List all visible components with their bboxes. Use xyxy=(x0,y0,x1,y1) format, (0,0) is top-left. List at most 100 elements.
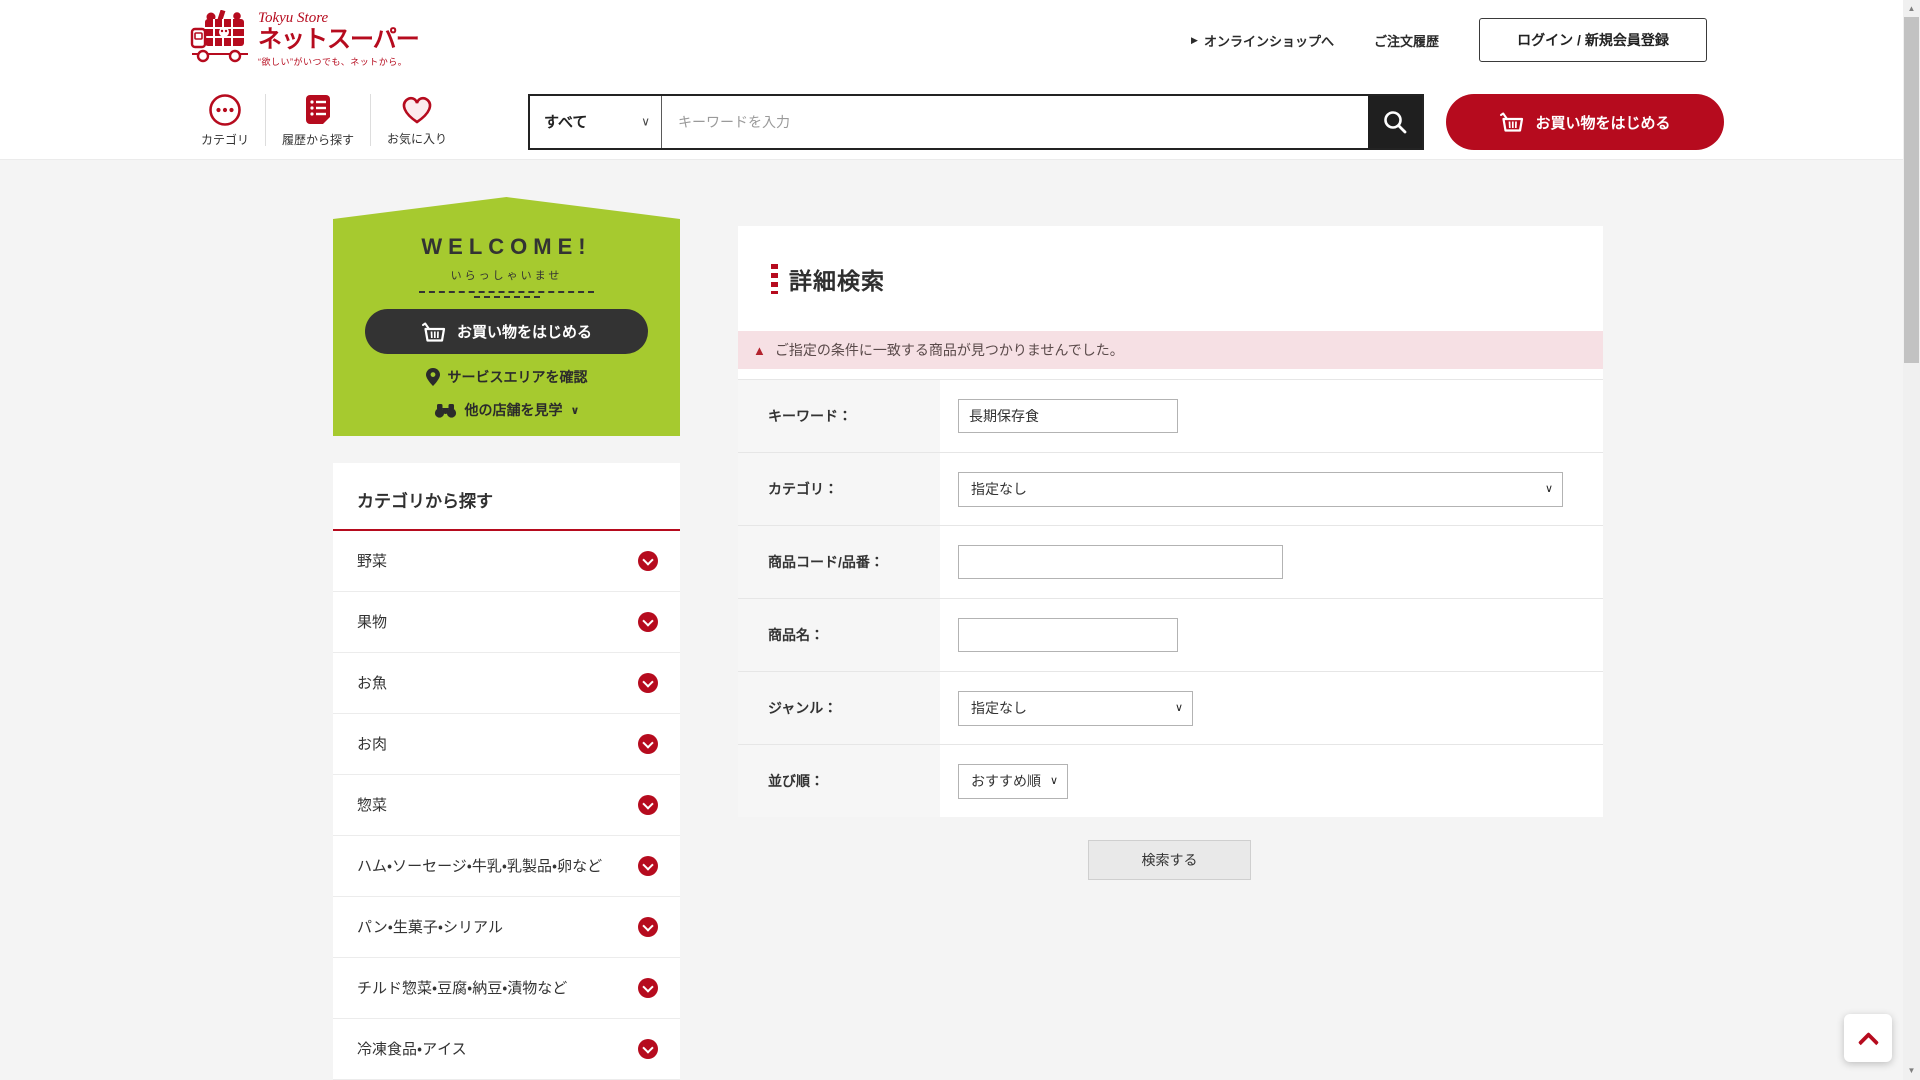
logo-name-jp: ネットスーパー xyxy=(258,27,419,53)
chevron-down-icon: ∨ xyxy=(571,404,580,417)
category-item-label: 野菜 xyxy=(357,552,638,571)
category-item-fish[interactable]: お魚 xyxy=(333,653,680,714)
category-item-frozen-ice[interactable]: 冷凍食品・アイス xyxy=(333,1019,680,1080)
search-button[interactable] xyxy=(1368,96,1422,148)
category-item-label: ハム・ソーセージ・牛乳・乳製品・卵など xyxy=(357,857,638,876)
start-shopping-button[interactable]: お買い物をはじめる xyxy=(1446,94,1724,150)
history-list-icon xyxy=(303,93,333,127)
chevron-up-icon xyxy=(1857,1032,1878,1053)
chevron-down-circle-icon xyxy=(638,978,658,998)
scrollbar-up-arrow[interactable]: ▲ xyxy=(1903,2,1920,16)
keyword-field[interactable] xyxy=(958,399,1178,433)
form-row-sort: 並び順： おすすめ順 ∨ xyxy=(738,744,1603,817)
form-content xyxy=(940,599,1603,671)
login-register-button[interactable]: ログイン / 新規会員登録 xyxy=(1479,18,1707,62)
scrollbar-thumb[interactable] xyxy=(1904,17,1919,363)
site-logo[interactable]: Tokyu Store ネットスーパー “欲しい”がいつでも、ネットから。 xyxy=(190,10,419,68)
category-item-vegetables[interactable]: 野菜 xyxy=(333,531,680,592)
search-icon xyxy=(1381,108,1409,136)
binoculars-icon xyxy=(434,403,457,418)
category-select-wrap: 指定なし ∨ xyxy=(958,472,1563,507)
product-name-field[interactable] xyxy=(958,618,1178,652)
welcome-title: WELCOME! xyxy=(333,234,680,260)
category-panel-title: カテゴリから探す xyxy=(333,463,680,529)
other-stores-link[interactable]: 他の店舗を見学 ∨ xyxy=(333,400,680,420)
category-item-label: お肉 xyxy=(357,735,638,754)
nav-item-history[interactable]: 履歴から探す xyxy=(266,93,370,148)
heart-icon xyxy=(399,94,435,126)
form-content xyxy=(940,380,1603,452)
logo-name-en: Tokyu Store xyxy=(258,10,419,27)
order-history-link[interactable]: ご注文履歴 xyxy=(1374,31,1439,50)
category-item-chilled-tofu[interactable]: チルド惣菜・豆腐・納豆・漬物など xyxy=(333,958,680,1019)
category-item-deli[interactable]: 惣菜 xyxy=(333,775,680,836)
search-bar: すべて ∨ xyxy=(528,94,1424,150)
form-row-category: カテゴリ： 指定なし ∨ xyxy=(738,452,1603,525)
service-area-link[interactable]: サービスエリアを確認 xyxy=(333,367,680,387)
form-label: カテゴリ： xyxy=(738,453,940,525)
chevron-down-circle-icon xyxy=(638,795,658,815)
search-input[interactable] xyxy=(662,96,1368,148)
sort-select[interactable]: おすすめ順 xyxy=(958,764,1068,799)
sort-select-wrap: おすすめ順 ∨ xyxy=(958,764,1068,799)
category-item-label: 冷凍食品・アイス xyxy=(357,1040,638,1059)
header-links: ▶ オンラインショップへ ご注文履歴 ログイン / 新規会員登録 xyxy=(1191,0,1707,80)
genre-select[interactable]: 指定なし xyxy=(958,691,1193,726)
category-item-ham-dairy-eggs[interactable]: ハム・ソーセージ・牛乳・乳製品・卵など xyxy=(333,836,680,897)
online-shop-label: オンラインショップへ xyxy=(1204,31,1334,50)
product-code-field[interactable] xyxy=(958,545,1283,579)
page-title: 詳細検索 xyxy=(789,262,885,296)
nav-bar: カテゴリ 履歴から探す お気に入り すべて ∨ xyxy=(0,80,1903,160)
category-item-fruits[interactable]: 果物 xyxy=(333,592,680,653)
nav-item-category[interactable]: カテゴリ xyxy=(185,93,265,148)
form-label: 商品名： xyxy=(738,599,940,671)
dotted-bar-icon xyxy=(771,264,778,294)
nav-item-label: カテゴリ xyxy=(201,131,249,148)
truck-basket-icon xyxy=(190,10,252,64)
scrollbar-down-arrow[interactable]: ▼ xyxy=(1903,1064,1920,1078)
chevron-down-circle-icon xyxy=(638,612,658,632)
scrollbar: ▲ ▼ xyxy=(1903,0,1920,1080)
category-item-label: 果物 xyxy=(357,613,638,632)
chevron-down-circle-icon xyxy=(638,551,658,571)
logo-tagline: “欲しい”がいつでも、ネットから。 xyxy=(258,55,419,68)
chevron-down-circle-icon xyxy=(638,856,658,876)
form-content: おすすめ順 ∨ xyxy=(940,745,1603,817)
other-stores-label: 他の店舗を見学 xyxy=(465,400,563,420)
welcome-start-shopping-button[interactable]: お買い物をはじめる xyxy=(365,309,648,354)
decorative-divider xyxy=(419,291,594,293)
ellipsis-circle-icon xyxy=(208,93,242,127)
chevron-down-circle-icon xyxy=(638,1039,658,1059)
basket-icon xyxy=(421,321,446,343)
panel-header: 詳細検索 xyxy=(738,226,1603,331)
form-content: 指定なし ∨ xyxy=(940,672,1603,744)
chevron-down-circle-icon xyxy=(638,734,658,754)
category-item-bread-cereal[interactable]: パン・生菓子・シリアル xyxy=(333,897,680,958)
nav-item-favorites[interactable]: お気に入り xyxy=(371,94,463,147)
error-text: ご指定の条件に一致する商品が見つかりませんでした。 xyxy=(775,340,1124,360)
form-label: 商品コード/品番： xyxy=(738,526,940,598)
basket-icon xyxy=(1499,111,1524,133)
category-item-meat[interactable]: お肉 xyxy=(333,714,680,775)
form-row-genre: ジャンル： 指定なし ∨ xyxy=(738,671,1603,744)
order-history-label: ご注文履歴 xyxy=(1374,31,1439,50)
start-shopping-label: お買い物をはじめる xyxy=(1535,112,1670,133)
play-icon: ▶ xyxy=(1191,35,1198,46)
scroll-to-top-button[interactable] xyxy=(1844,1014,1892,1062)
form-row-product-name: 商品名： xyxy=(738,598,1603,671)
decorative-divider xyxy=(474,296,540,298)
form-row-product-code: 商品コード/品番： xyxy=(738,525,1603,598)
chevron-down-circle-icon xyxy=(638,673,658,693)
search-category-select[interactable]: すべて xyxy=(530,96,661,148)
category-select[interactable]: 指定なし xyxy=(958,472,1563,507)
form-label: ジャンル： xyxy=(738,672,940,744)
form-content: 指定なし ∨ xyxy=(940,453,1603,525)
service-area-label: サービスエリアを確認 xyxy=(448,367,588,387)
online-shop-link[interactable]: ▶ オンラインショップへ xyxy=(1191,31,1334,50)
error-message: ▲ ご指定の条件に一致する商品が見つかりませんでした。 xyxy=(738,331,1603,369)
search-submit-button[interactable]: 検索する xyxy=(1088,840,1251,880)
genre-select-wrap: 指定なし ∨ xyxy=(958,691,1193,726)
form-label: 並び順： xyxy=(738,745,940,817)
form-label: キーワード： xyxy=(738,380,940,452)
welcome-subtitle: いらっしゃいませ xyxy=(333,267,680,283)
